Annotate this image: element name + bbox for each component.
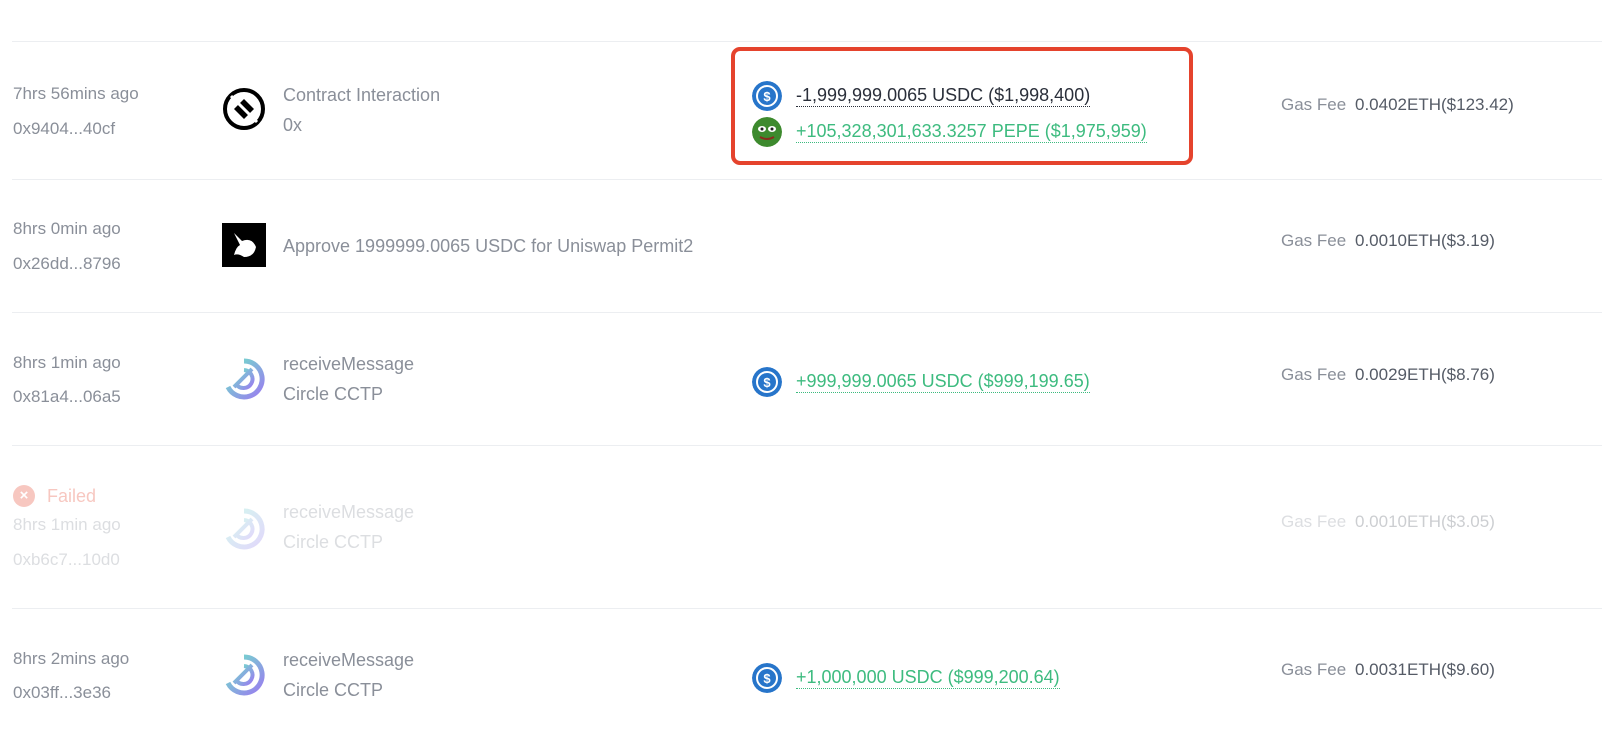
gas-fee-value: 0.0402ETH($123.42) <box>1355 95 1514 114</box>
uniswap-icon <box>222 223 266 267</box>
divider <box>12 312 1602 313</box>
divider <box>12 179 1602 180</box>
gas-fee-label: Gas Fee <box>1281 95 1347 114</box>
usdc-icon <box>752 367 782 397</box>
tx-time: 7hrs 56mins ago <box>13 84 139 103</box>
amount-in[interactable]: +999,999.0065 USDC ($999,199.65) <box>796 371 1090 393</box>
tx-hash-link[interactable]: 0x03ff...3e36 <box>13 683 111 703</box>
tx-title: receiveMessage <box>283 650 415 670</box>
circle-cctp-icon <box>222 507 266 551</box>
circle-cctp-icon <box>222 357 266 401</box>
token-amount: +1,000,000 USDC ($999,200.64) <box>752 663 1060 693</box>
0x-protocol-icon <box>222 87 266 131</box>
tx-title: Contract Interaction <box>283 85 441 105</box>
token-amount: +999,999.0065 USDC ($999,199.65) <box>752 367 1090 397</box>
divider <box>12 41 1602 42</box>
tx-hash-link[interactable]: 0xb6c7...10d0 <box>13 550 120 570</box>
gas-fee-value: 0.0010ETH($3.19) <box>1355 231 1495 250</box>
status-badge: Failed <box>47 486 97 506</box>
gas-fee-label: Gas Fee <box>1281 660 1347 679</box>
gas-fee-label: Gas Fee <box>1281 231 1347 250</box>
divider <box>12 608 1602 609</box>
tx-title: receiveMessage <box>283 354 415 374</box>
gas-fee-value: 0.0031ETH($9.60) <box>1355 660 1495 679</box>
gas-fee-value: 0.0010ETH($3.05) <box>1355 512 1495 531</box>
tx-time: 8hrs 0min ago <box>13 219 121 238</box>
tx-hash-link[interactable]: 0x9404...40cf <box>13 119 115 139</box>
tx-hash-link[interactable]: 0x81a4...06a5 <box>13 387 121 407</box>
tx-subtitle: Circle CCTP <box>283 680 384 700</box>
tx-hash-link[interactable]: 0x26dd...8796 <box>13 254 121 274</box>
tx-title: Approve 1999999.0065 USDC for Uniswap Pe… <box>283 236 694 256</box>
tx-subtitle: Circle CCTP <box>283 384 384 404</box>
tx-time: 8hrs 2mins ago <box>13 649 130 668</box>
gas-fee-value: 0.0029ETH($8.76) <box>1355 365 1495 384</box>
tx-title: receiveMessage <box>283 502 415 522</box>
failed-icon: × <box>13 485 35 507</box>
circle-cctp-icon <box>222 653 266 697</box>
tx-time: 8hrs 1min ago <box>13 353 121 372</box>
divider <box>12 445 1602 446</box>
highlight-box <box>731 47 1193 165</box>
amount-in[interactable]: +1,000,000 USDC ($999,200.64) <box>796 667 1060 689</box>
gas-fee-label: Gas Fee <box>1281 365 1347 384</box>
gas-fee-label: Gas Fee <box>1281 512 1347 531</box>
usdc-icon <box>752 663 782 693</box>
tx-subtitle: Circle CCTP <box>283 532 384 552</box>
tx-subtitle: 0x <box>283 115 303 135</box>
tx-time: 8hrs 1min ago <box>13 515 121 534</box>
